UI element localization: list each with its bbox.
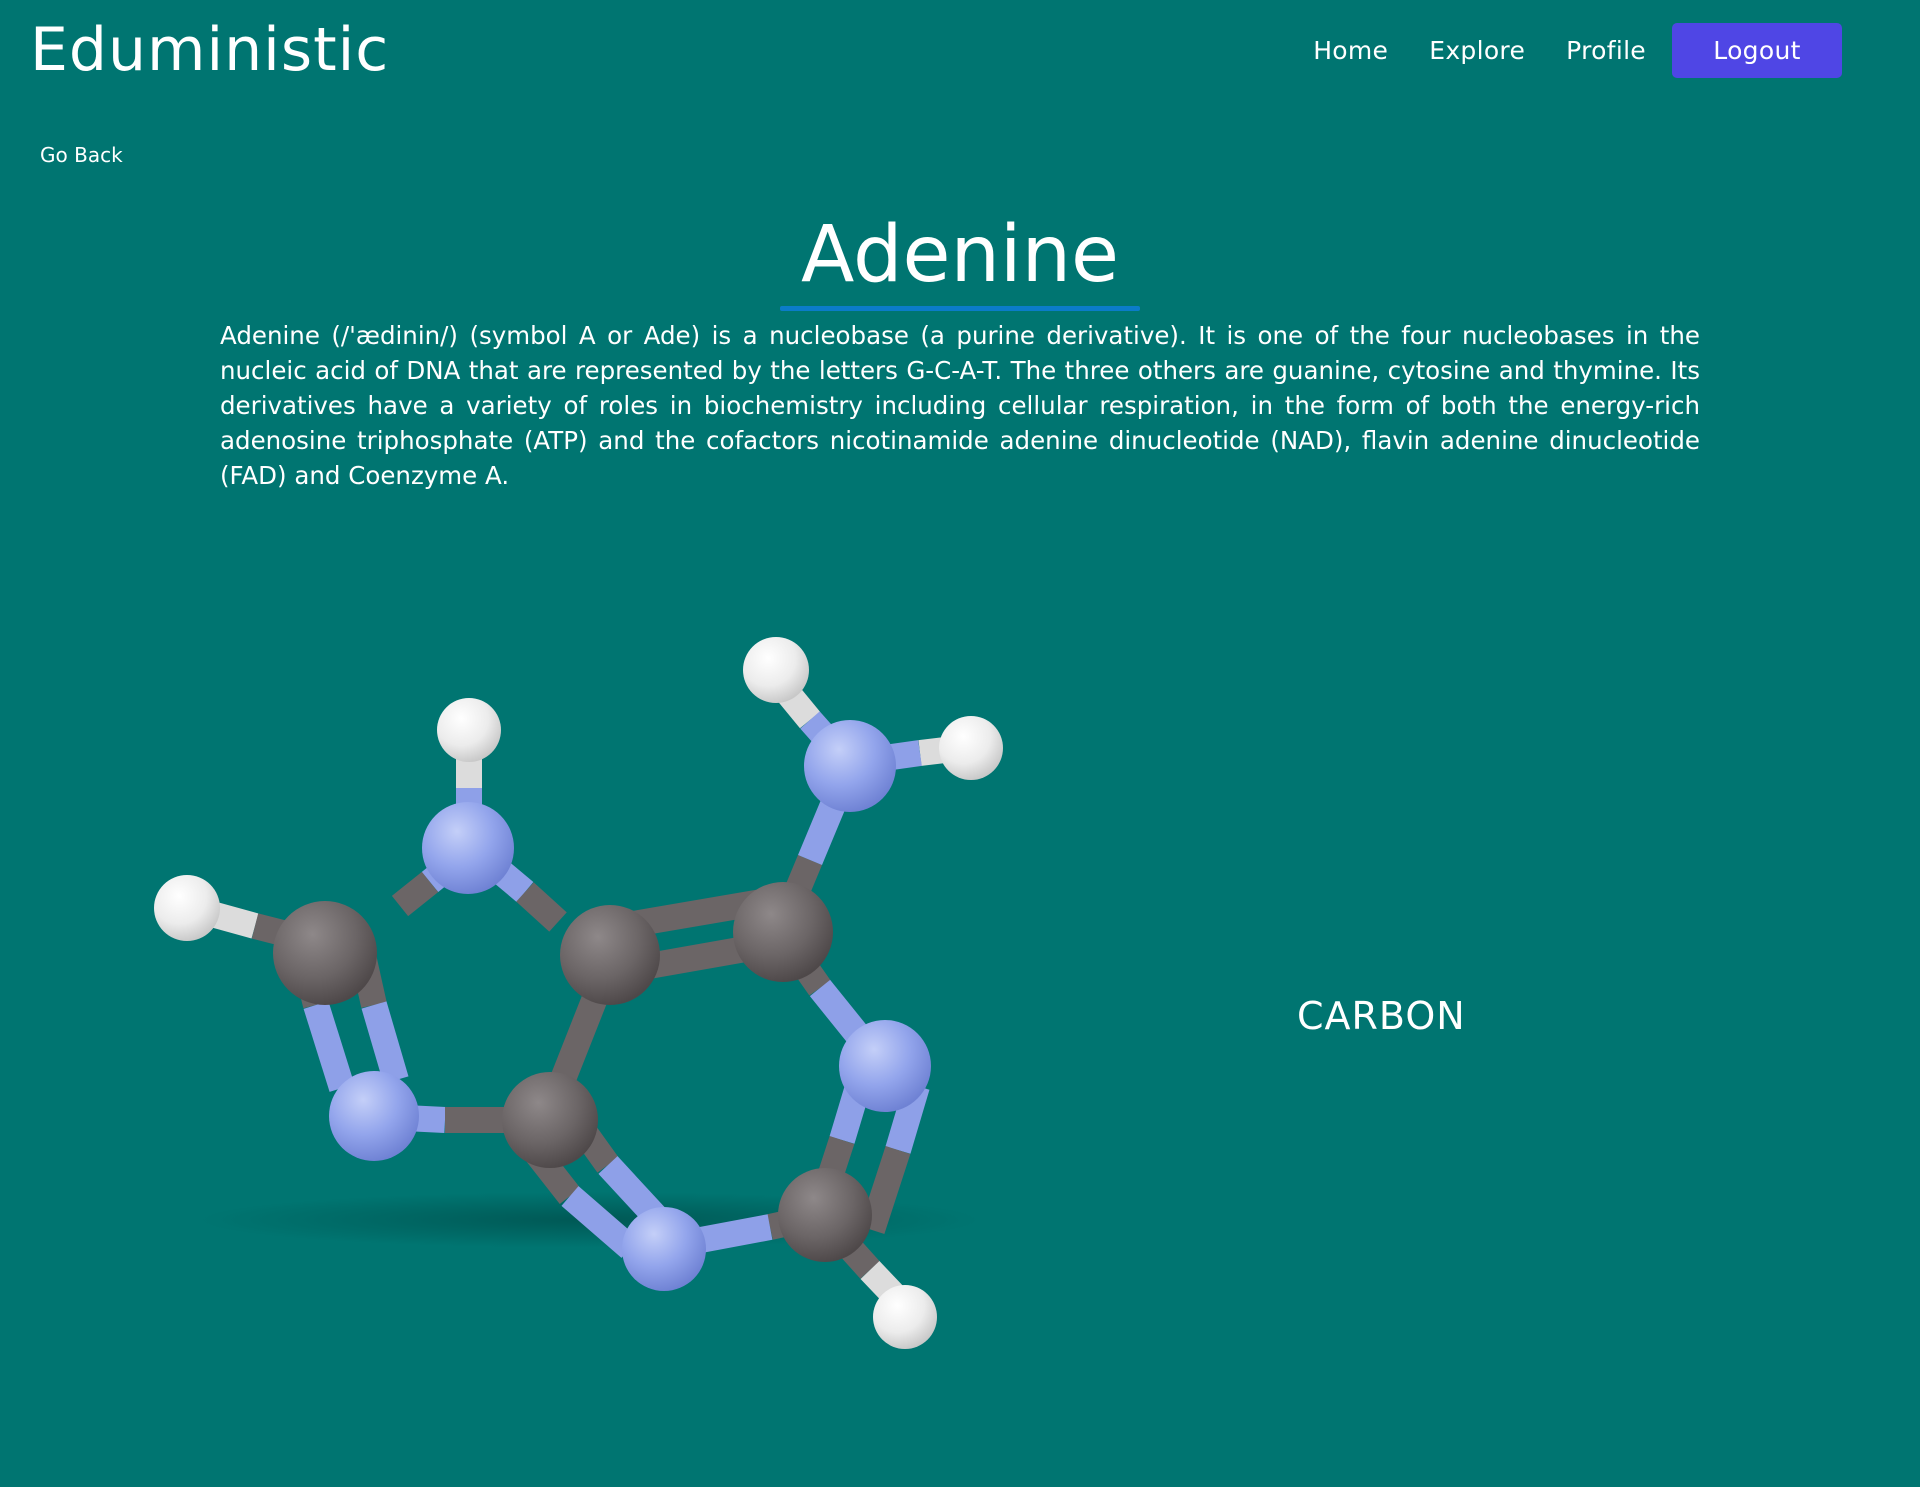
hovered-atom-label: CARBON <box>1297 994 1466 1038</box>
brand-logo[interactable]: Eduministic <box>30 14 389 86</box>
nitrogen-atom[interactable] <box>839 1020 931 1112</box>
page-title: Adenine <box>800 210 1120 300</box>
main-nav: Home Explore Profile Logout <box>1313 23 1842 78</box>
nav-profile[interactable]: Profile <box>1566 23 1646 78</box>
carbon-atom[interactable] <box>273 901 377 1005</box>
hydrogen-atom[interactable] <box>939 716 1003 780</box>
header: Eduministic Home Explore Profile Logout <box>0 0 1920 100</box>
nitrogen-atom[interactable] <box>329 1071 419 1161</box>
title-block: Adenine <box>780 210 1140 311</box>
molecule-3d-viewer[interactable] <box>130 620 1030 1360</box>
hydrogen-atom[interactable] <box>437 698 501 762</box>
go-back-link[interactable]: Go Back <box>40 140 123 170</box>
carbon-atom[interactable] <box>560 905 660 1005</box>
nav-explore[interactable]: Explore <box>1429 23 1525 78</box>
hydrogen-atom[interactable] <box>743 637 809 703</box>
nitrogen-atom[interactable] <box>622 1207 706 1291</box>
hydrogen-atom[interactable] <box>154 875 220 941</box>
nitrogen-atom[interactable] <box>422 802 514 894</box>
hydrogen-atom[interactable] <box>873 1285 937 1349</box>
carbon-atom[interactable] <box>733 882 833 982</box>
nitrogen-atom[interactable] <box>804 720 896 812</box>
title-underline <box>780 306 1140 311</box>
carbon-atom[interactable] <box>502 1072 598 1168</box>
logout-button[interactable]: Logout <box>1672 23 1842 78</box>
carbon-atom[interactable] <box>778 1168 872 1262</box>
molecule-description: Adenine (/'ædinin/) (symbol A or Ade) is… <box>220 321 1700 490</box>
nav-home[interactable]: Home <box>1313 23 1388 78</box>
